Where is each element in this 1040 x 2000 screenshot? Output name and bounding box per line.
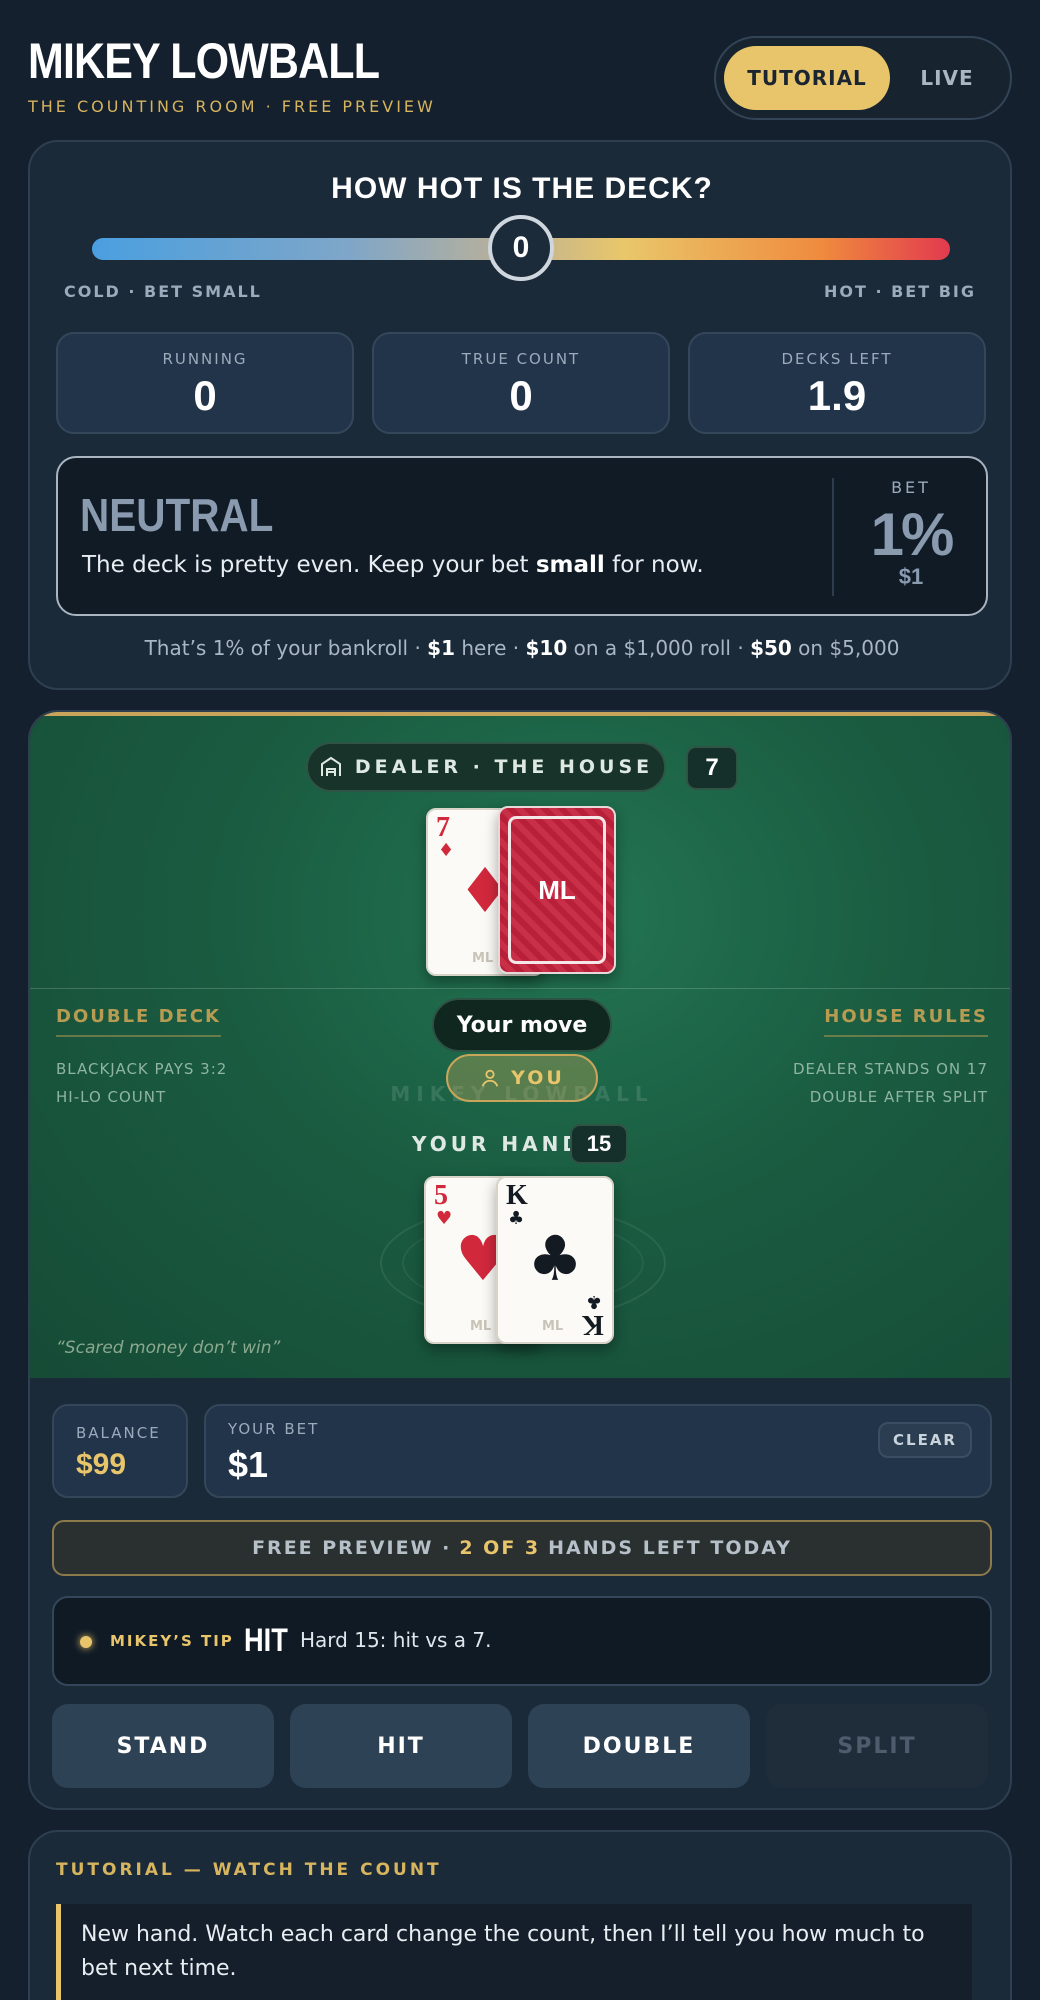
mode-toggle: TUTORIAL LIVE bbox=[714, 36, 1012, 120]
free-preview-banner: FREE PREVIEW · 2 OF 3 HANDS LEFT TODAY bbox=[52, 1520, 992, 1576]
hit-button[interactable]: HIT bbox=[290, 1704, 512, 1788]
count-verdict: NEUTRAL The deck is pretty even. Keep yo… bbox=[56, 456, 988, 616]
tutorial-heading: TUTORIAL — WATCH THE COUNT bbox=[56, 1860, 442, 1880]
rule-dealer-stands: DEALER STANDS ON 17 bbox=[792, 1060, 988, 1078]
true-count-label: TRUE COUNT bbox=[461, 350, 581, 368]
balance-value: $99 bbox=[76, 1448, 127, 1481]
running-count-value: 0 bbox=[193, 372, 217, 419]
table-felt: DEALER · THE HOUSE 7 7 ♦ ♦ ML ML DOUBLE … bbox=[30, 712, 1010, 1378]
your-bet-value: $1 bbox=[228, 1444, 269, 1485]
app-subtitle: THE COUNTING ROOM · FREE PREVIEW bbox=[28, 97, 436, 116]
heat-title: HOW HOT IS THE DECK? bbox=[331, 172, 713, 205]
your-hand-total: 15 bbox=[570, 1124, 628, 1164]
mikeys-tip: MIKEY’S TIP HIT Hard 15: hit vs a 7. bbox=[52, 1596, 992, 1686]
you-seat-badge: YOU bbox=[446, 1054, 598, 1102]
house-rules-heading: HOUSE RULES bbox=[824, 1006, 988, 1037]
tutorial-mode-button[interactable]: TUTORIAL bbox=[724, 46, 890, 110]
running-count-card: RUNNING 0 bbox=[56, 332, 354, 434]
clear-bet-button[interactable]: CLEAR bbox=[878, 1422, 972, 1458]
verdict-title: NEUTRAL bbox=[80, 489, 274, 541]
tip-text: Hard 15: hit vs a 7. bbox=[300, 1628, 492, 1652]
your-bet-field[interactable]: YOUR BET $1 CLEAR bbox=[204, 1404, 992, 1498]
bet-amount: $1 bbox=[898, 564, 924, 589]
bankroll-explainer: That’s 1% of your bankroll · $1 here · $… bbox=[144, 636, 900, 660]
tutorial-panel: TUTORIAL — WATCH THE COUNT New hand. Wat… bbox=[28, 1830, 1012, 2000]
hands-left-count: 2 OF 3 bbox=[459, 1537, 541, 1559]
hot-label: HOT · BET BIG bbox=[823, 282, 976, 301]
rule-blackjack-pays: BLACKJACK PAYS 3:2 bbox=[56, 1060, 228, 1078]
balance-label: BALANCE bbox=[76, 1424, 161, 1442]
blackjack-table: DEALER · THE HOUSE 7 7 ♦ ♦ ML ML DOUBLE … bbox=[28, 710, 1012, 1810]
tip-indicator-dot bbox=[80, 1636, 92, 1648]
felt-divider bbox=[30, 988, 1010, 989]
player-card-2: K ♣ ♣ ML K ♣ bbox=[496, 1176, 614, 1344]
dealer-total: 7 bbox=[686, 746, 738, 790]
dealer-card-hole: ML bbox=[498, 806, 616, 974]
double-button[interactable]: DOUBLE bbox=[528, 1704, 750, 1788]
house-icon bbox=[320, 756, 341, 776]
tutorial-message: New hand. Watch each card change the cou… bbox=[56, 1904, 972, 2000]
app-title: MIKEY LOWBALL bbox=[28, 33, 380, 89]
table-quote: “Scared money don’t win” bbox=[56, 1338, 281, 1358]
balance-display: BALANCE $99 bbox=[52, 1404, 188, 1498]
live-mode-button[interactable]: LIVE bbox=[896, 46, 998, 110]
bet-size-label: BET bbox=[891, 478, 931, 497]
decks-left-value: 1.9 bbox=[807, 372, 867, 419]
deck-heat-panel: HOW HOT IS THE DECK? 0 COLD · BET SMALL … bbox=[28, 140, 1012, 690]
bet-percent: 1% bbox=[870, 501, 955, 568]
true-count-value: 0 bbox=[509, 372, 533, 419]
double-deck-heading: DOUBLE DECK bbox=[56, 1006, 222, 1037]
dealer-label: DEALER · THE HOUSE bbox=[306, 742, 666, 792]
tip-action: HIT bbox=[244, 1622, 288, 1658]
split-button[interactable]: SPLIT bbox=[766, 1704, 988, 1788]
running-count-label: RUNNING bbox=[162, 350, 248, 368]
true-count-card: TRUE COUNT 0 bbox=[372, 332, 670, 434]
user-icon bbox=[481, 1069, 499, 1087]
verdict-text: The deck is pretty even. Keep your bet s… bbox=[82, 552, 704, 578]
tip-label: MIKEY’S TIP bbox=[110, 1632, 234, 1650]
your-hand-label: YOUR HAND bbox=[412, 1132, 583, 1156]
heat-slider-knob: 0 bbox=[488, 215, 554, 281]
decks-left-card: DECKS LEFT 1.9 bbox=[688, 332, 986, 434]
your-bet-label: YOUR BET bbox=[228, 1420, 320, 1438]
your-move-indicator: Your move bbox=[432, 998, 612, 1052]
club-suit-icon: ♣ bbox=[527, 1222, 583, 1295]
stand-button[interactable]: STAND bbox=[52, 1704, 274, 1788]
decks-left-label: DECKS LEFT bbox=[781, 350, 893, 368]
cold-label: COLD · BET SMALL bbox=[64, 282, 262, 301]
